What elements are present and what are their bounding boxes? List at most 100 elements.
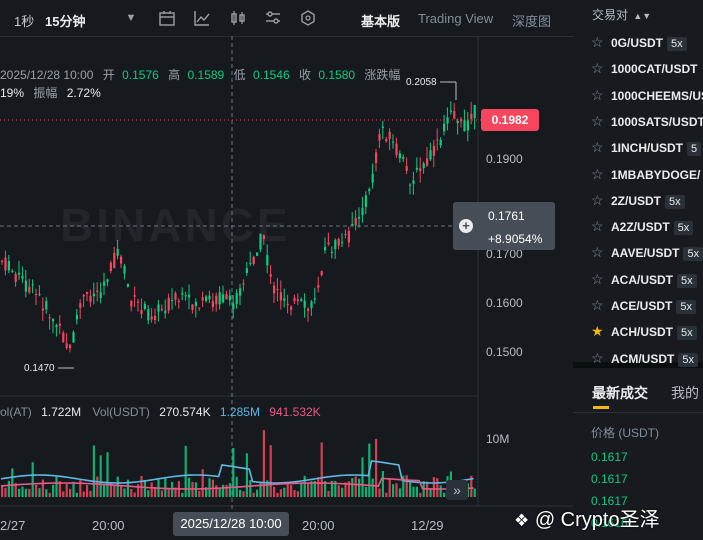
volume-bar <box>361 457 364 497</box>
pair-row[interactable]: ☆ ACE/USDT 5x <box>591 297 696 319</box>
vol-at-value: 1.722M <box>41 405 82 419</box>
volume-bar <box>293 490 296 497</box>
candle-body <box>252 256 255 264</box>
volume-bar <box>7 480 10 497</box>
star-icon[interactable]: ★ <box>591 323 607 340</box>
pair-symbol: ACE/USDT <box>611 299 673 313</box>
pair-row[interactable]: ☆ 1000CAT/USDT <box>591 60 697 82</box>
star-icon[interactable]: ☆ <box>591 60 607 77</box>
star-icon[interactable]: ☆ <box>591 139 607 156</box>
star-icon[interactable]: ☆ <box>591 113 607 130</box>
candle-body <box>82 294 85 297</box>
pair-row[interactable]: ☆ 1INCH/USDT 5 <box>591 139 702 161</box>
candle-body <box>208 295 211 300</box>
sort-icon[interactable]: ▲▼ <box>633 11 651 21</box>
chart-panel[interactable]: 1秒 15分钟 ▼ 基本版 Trading View 深度图 BINANCE 2… <box>0 0 573 540</box>
volume-bar <box>164 477 167 497</box>
volume-bar <box>147 490 150 497</box>
volume-bar <box>409 480 412 497</box>
candle-body <box>290 306 293 310</box>
pair-row[interactable]: ☆ 1000SATS/USDT <box>591 113 703 135</box>
pair-row[interactable]: ☆ ACA/USDT 5x <box>591 271 697 293</box>
volume-bar <box>395 483 398 497</box>
candle-body <box>218 292 221 305</box>
volume-bar <box>89 490 92 497</box>
candle-body <box>79 303 82 308</box>
vol-usdt-value: 270.574K <box>159 405 211 419</box>
volume-bar <box>38 488 41 497</box>
volume-bar <box>160 490 163 497</box>
star-icon[interactable]: ☆ <box>591 218 607 235</box>
candle-body <box>388 131 391 139</box>
volume-bar <box>245 453 248 497</box>
volume-bar <box>116 476 119 497</box>
star-icon[interactable]: ☆ <box>591 166 607 183</box>
candle-body <box>45 301 48 310</box>
low-marker: 0.1470 <box>24 363 55 374</box>
pair-row[interactable]: ☆ 0G/USDT 5x <box>591 34 687 56</box>
crosshair-price-tag: + 0.1761 +8.9054% <box>453 202 555 250</box>
candle-body <box>201 297 204 301</box>
star-icon[interactable]: ☆ <box>591 350 607 367</box>
price-axis-label: 0.1500 <box>486 345 523 359</box>
candle-body <box>106 279 109 282</box>
pair-row[interactable]: ☆ A2Z/USDT 5x <box>591 218 694 240</box>
candle-body <box>143 303 146 309</box>
candle-body <box>147 309 150 321</box>
star-icon[interactable]: ☆ <box>591 34 607 51</box>
candle-body <box>337 238 340 246</box>
volume-bar <box>371 478 374 497</box>
vol-ma1: 1.285M <box>219 405 260 419</box>
star-icon[interactable]: ☆ <box>591 271 607 288</box>
candle-body <box>262 235 265 239</box>
candle-body <box>470 113 473 120</box>
volume-bar <box>130 488 133 497</box>
volume-bar <box>99 455 102 497</box>
star-icon[interactable]: ☆ <box>591 297 607 314</box>
candle-body <box>460 118 463 122</box>
pair-row[interactable]: ☆ 1MBABYDOGE/ <box>591 166 700 188</box>
close-value: 0.1580 <box>318 68 356 82</box>
volume-bar <box>167 488 170 497</box>
candle-body <box>375 152 378 163</box>
candle-body <box>11 270 14 273</box>
candle-body <box>405 166 408 171</box>
star-icon[interactable]: ☆ <box>591 192 607 209</box>
volume-bar <box>381 470 384 497</box>
pair-row[interactable]: ☆ 2Z/USDT 5x <box>591 192 685 214</box>
candle-body <box>116 248 119 256</box>
pairs-header[interactable]: 交易对 ▲▼ <box>592 6 651 23</box>
candle-body <box>184 295 187 297</box>
pair-symbol: ACA/USDT <box>611 272 673 287</box>
volume-bar <box>123 488 126 497</box>
volume-bar <box>21 486 24 497</box>
candle-body <box>28 286 31 293</box>
volume-bar <box>120 485 123 497</box>
candle-body <box>174 293 177 300</box>
pair-row[interactable]: ☆ 1000CHEEMS/USDT <box>591 87 703 109</box>
pair-row[interactable]: ★ ACH/USDT 5x <box>591 323 697 345</box>
star-icon[interactable]: ☆ <box>591 244 607 261</box>
volume-bar <box>415 486 418 497</box>
volume-bar <box>228 483 231 497</box>
tab-latest-trades[interactable]: 最新成交 <box>592 383 648 403</box>
volume-bar <box>215 485 218 497</box>
volume-bar <box>252 492 255 497</box>
tab-my-trades[interactable]: 我的 <box>671 383 699 403</box>
star-icon[interactable]: ☆ <box>591 87 607 104</box>
candle-body <box>398 153 401 159</box>
plus-icon[interactable]: + <box>459 219 473 233</box>
candle-body <box>354 217 357 226</box>
candle-body <box>92 293 95 297</box>
candle-body <box>7 261 10 271</box>
pair-row[interactable]: ☆ AAVE/USDT 5x <box>591 244 703 266</box>
candle-body <box>239 288 242 296</box>
volume-bar <box>279 489 282 497</box>
volume-bar <box>432 477 435 497</box>
candle-body <box>198 307 201 309</box>
scroll-right-icon[interactable]: » <box>446 480 468 500</box>
candle-body <box>273 285 276 294</box>
volume-bar <box>337 485 340 497</box>
pair-symbol: ACM/USDT <box>611 351 675 366</box>
volume-bar <box>96 476 99 497</box>
